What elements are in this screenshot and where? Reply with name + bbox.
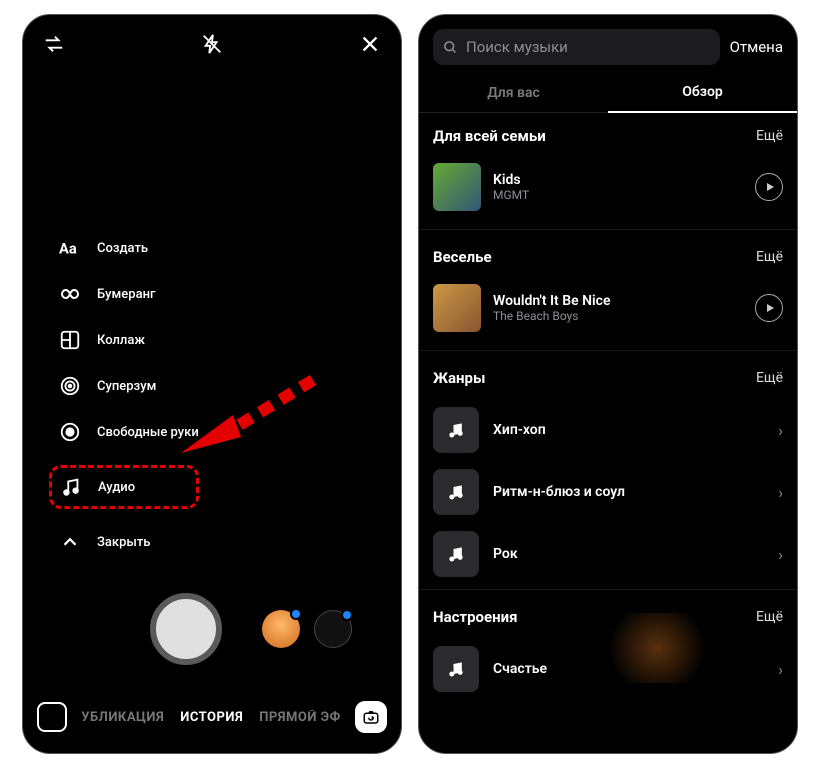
menu-label: Аудио	[98, 480, 135, 495]
avatar-friend-2[interactable]	[314, 610, 352, 648]
infinity-icon	[57, 281, 83, 307]
menu-item-audio[interactable]: Аудио	[49, 465, 199, 509]
flash-off-icon[interactable]	[201, 33, 223, 59]
section-title: Веселье	[433, 248, 492, 266]
section-family: Для всей семьи Ещё Kids MGMT	[419, 113, 797, 229]
section-genres: Жанры Ещё Хип-хоп › Ритм-н-блюз и соул ›…	[419, 355, 797, 589]
chevron-right-icon: ›	[778, 545, 783, 564]
cancel-button[interactable]: Отмена	[730, 38, 783, 56]
divider	[419, 350, 797, 351]
music-note-icon	[433, 469, 479, 515]
search-icon	[443, 40, 458, 55]
section-title: Для всей семьи	[433, 127, 546, 145]
tabs: Для вас Обзор	[419, 73, 797, 113]
genre-label: Ритм-н-блюз и соул	[493, 484, 764, 500]
genre-label: Счастье	[493, 661, 764, 677]
track-row[interactable]: Kids MGMT	[433, 157, 783, 225]
section-title: Жанры	[433, 369, 485, 387]
music-note-icon	[433, 646, 479, 692]
track-artist: The Beach Boys	[493, 309, 743, 323]
search-placeholder: Поиск музыки	[466, 38, 568, 56]
gallery-button[interactable]	[37, 702, 67, 732]
chevron-right-icon: ›	[778, 421, 783, 440]
chevron-up-icon	[57, 529, 83, 555]
menu-item-boomerang[interactable]: Бумеранг	[57, 281, 199, 307]
menu-label: Коллаж	[97, 333, 145, 348]
menu-item-collage[interactable]: Коллаж	[57, 327, 199, 353]
music-note-icon	[433, 407, 479, 453]
more-button[interactable]: Ещё	[756, 128, 783, 144]
target-icon	[57, 373, 83, 399]
genre-hiphop[interactable]: Хип-хоп ›	[433, 399, 783, 461]
avatar-friend-1[interactable]	[262, 610, 300, 648]
shutter-button[interactable]	[150, 593, 222, 665]
album-art-icon	[433, 284, 481, 332]
swap-icon[interactable]	[43, 33, 65, 59]
chevron-right-icon: ›	[778, 483, 783, 502]
mode-selector[interactable]: УБЛИКАЦИЯ ИСТОРИЯ ПРЯМОЙ ЭФ	[77, 710, 345, 725]
menu-label: Бумеранг	[97, 287, 155, 302]
search-row: Поиск музыки Отмена	[419, 15, 797, 73]
tab-browse[interactable]: Обзор	[608, 73, 797, 113]
collage-icon	[57, 327, 83, 353]
menu-label: Закрыть	[97, 535, 150, 550]
menu-label: Создать	[97, 241, 148, 256]
section-fun: Веселье Ещё Wouldn't It Be Nice The Beac…	[419, 234, 797, 350]
capture-row	[23, 593, 401, 665]
menu-item-create[interactable]: Aa Создать	[57, 235, 199, 261]
camera-top-bar	[23, 15, 401, 67]
text-icon: Aa	[57, 235, 83, 261]
mode-live[interactable]: ПРЯМОЙ ЭФ	[259, 710, 341, 725]
mood-happiness[interactable]: Счастье ›	[433, 638, 783, 700]
menu-label: Свободные руки	[97, 425, 199, 440]
more-button[interactable]: Ещё	[756, 370, 783, 386]
menu-item-close[interactable]: Закрыть	[57, 529, 199, 555]
close-icon[interactable]	[359, 33, 381, 59]
chevron-right-icon: ›	[778, 660, 783, 679]
divider	[419, 229, 797, 230]
mode-story[interactable]: ИСТОРИЯ	[180, 710, 243, 725]
tab-for-you[interactable]: Для вас	[419, 73, 608, 113]
section-title: Настроения	[433, 608, 517, 626]
play-button[interactable]	[755, 294, 783, 322]
track-title: Wouldn't It Be Nice	[493, 293, 743, 309]
genre-label: Хип-хоп	[493, 422, 764, 438]
record-icon	[57, 419, 83, 445]
create-mode-menu: Aa Создать Бумеранг Коллаж Суперзум	[57, 235, 199, 555]
switch-camera-button[interactable]	[355, 701, 387, 733]
play-button[interactable]	[755, 173, 783, 201]
more-button[interactable]: Ещё	[756, 249, 783, 265]
more-button[interactable]: Ещё	[756, 609, 783, 625]
genre-rock[interactable]: Рок ›	[433, 523, 783, 585]
phone-music-browse: Поиск музыки Отмена Для вас Обзор Для вс…	[418, 14, 798, 754]
svg-text:Aa: Aa	[59, 240, 77, 258]
music-note-icon	[433, 531, 479, 577]
divider	[419, 589, 797, 590]
phone-camera-screen: Aa Создать Бумеранг Коллаж Суперзум	[22, 14, 402, 754]
genre-label: Рок	[493, 546, 764, 562]
genre-rnb[interactable]: Ритм-н-блюз и соул ›	[433, 461, 783, 523]
music-note-icon	[58, 474, 84, 500]
mode-publication[interactable]: УБЛИКАЦИЯ	[81, 710, 164, 725]
menu-label: Суперзум	[97, 379, 156, 394]
menu-item-superzoom[interactable]: Суперзум	[57, 373, 199, 399]
track-title: Kids	[493, 172, 743, 188]
track-artist: MGMT	[493, 188, 743, 202]
bottom-mode-bar: УБЛИКАЦИЯ ИСТОРИЯ ПРЯМОЙ ЭФ	[23, 701, 401, 733]
search-input[interactable]: Поиск музыки	[433, 29, 720, 65]
track-row[interactable]: Wouldn't It Be Nice The Beach Boys	[433, 278, 783, 346]
menu-item-handsfree[interactable]: Свободные руки	[57, 419, 199, 445]
section-moods: Настроения Ещё Счастье ›	[419, 594, 797, 704]
album-art-icon	[433, 163, 481, 211]
